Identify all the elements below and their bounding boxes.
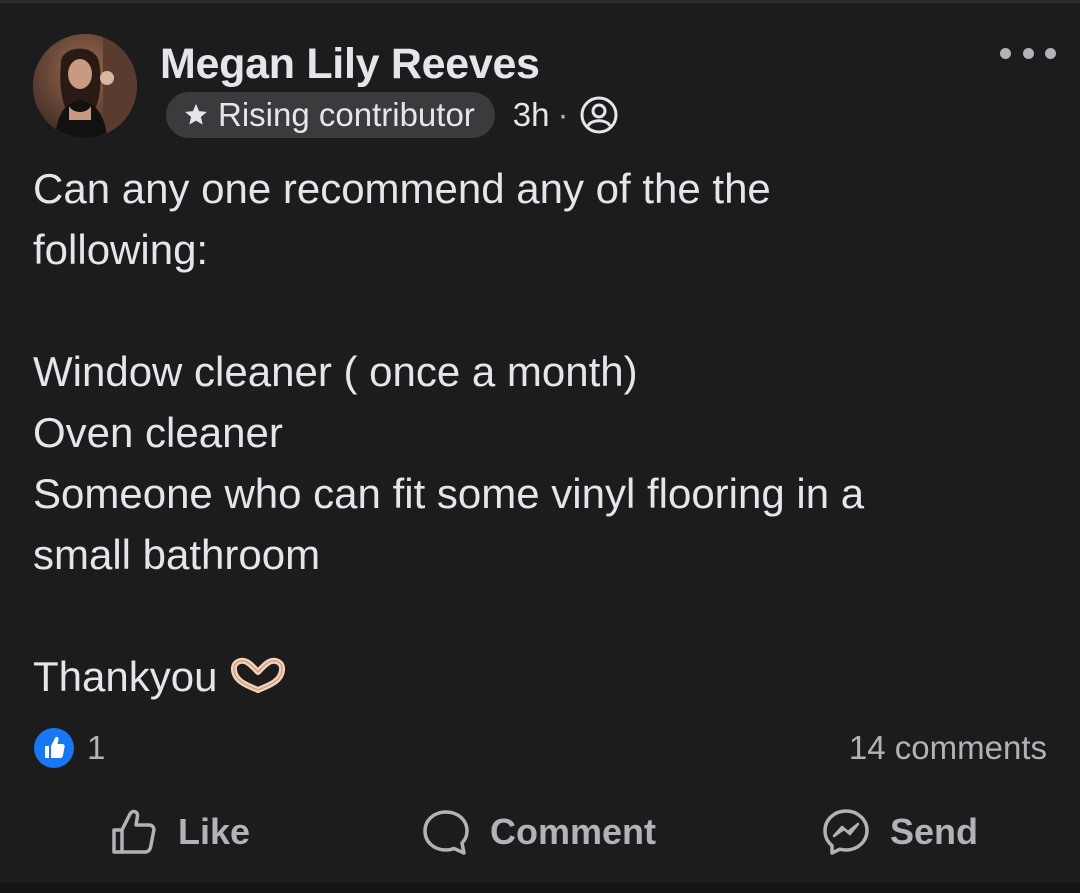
reaction-count: 1 xyxy=(87,729,106,766)
post-meta: Rising contributor 3h · xyxy=(166,92,619,138)
more-dot xyxy=(1000,47,1011,59)
more-dot xyxy=(1022,47,1034,59)
post-text-line: Window cleaner ( once a month) xyxy=(33,348,638,395)
more-dot xyxy=(1045,47,1056,59)
thankyou-text: Thankyou xyxy=(33,653,218,700)
post-text-line: small bathroom xyxy=(33,531,321,578)
post-text-line: Oven cleaner xyxy=(33,409,283,456)
messenger-icon xyxy=(823,809,869,855)
comment-button[interactable]: Comment xyxy=(420,800,656,864)
post-text-line-last: Thankyou xyxy=(33,646,1043,707)
like-label: Like xyxy=(178,811,251,852)
author-name[interactable]: Megan Lily Reeves xyxy=(160,40,540,89)
heart-hands-emoji xyxy=(231,657,286,693)
bottom-divider xyxy=(0,883,1080,893)
speech-bubble-icon xyxy=(423,810,469,855)
send-button[interactable]: Send xyxy=(820,800,978,864)
author-avatar[interactable] xyxy=(33,34,137,138)
star-icon xyxy=(185,103,207,125)
comment-label: Comment xyxy=(490,811,657,852)
post-text-line: Can any one recommend any of the the xyxy=(33,165,771,212)
rising-contributor-badge[interactable]: Rising contributor xyxy=(166,92,495,138)
group-members-icon[interactable] xyxy=(579,95,619,135)
post-body: Can any one recommend any of the the fol… xyxy=(33,158,1043,707)
reaction-summary[interactable]: 1 xyxy=(33,727,105,769)
post-text-line: Someone who can fit some vinyl flooring … xyxy=(33,470,865,517)
post-time[interactable]: 3h xyxy=(513,96,550,134)
comments-count-link[interactable]: 14 comments xyxy=(849,727,1047,769)
post-card: Megan Lily Reeves Rising contributor 3h … xyxy=(0,0,1080,893)
badge-label: Rising contributor xyxy=(218,96,475,133)
thumbs-up-reaction-icon xyxy=(34,728,74,768)
action-bar: Like Comment Send xyxy=(0,800,1080,864)
thumbs-up-outline-icon xyxy=(112,809,156,854)
top-divider xyxy=(0,0,1080,3)
post-text-line: following: xyxy=(33,226,209,273)
send-label: Send xyxy=(890,811,979,852)
like-button[interactable]: Like xyxy=(108,800,250,864)
more-options-icon[interactable] xyxy=(1000,38,1056,68)
meta-separator: · xyxy=(557,96,569,133)
